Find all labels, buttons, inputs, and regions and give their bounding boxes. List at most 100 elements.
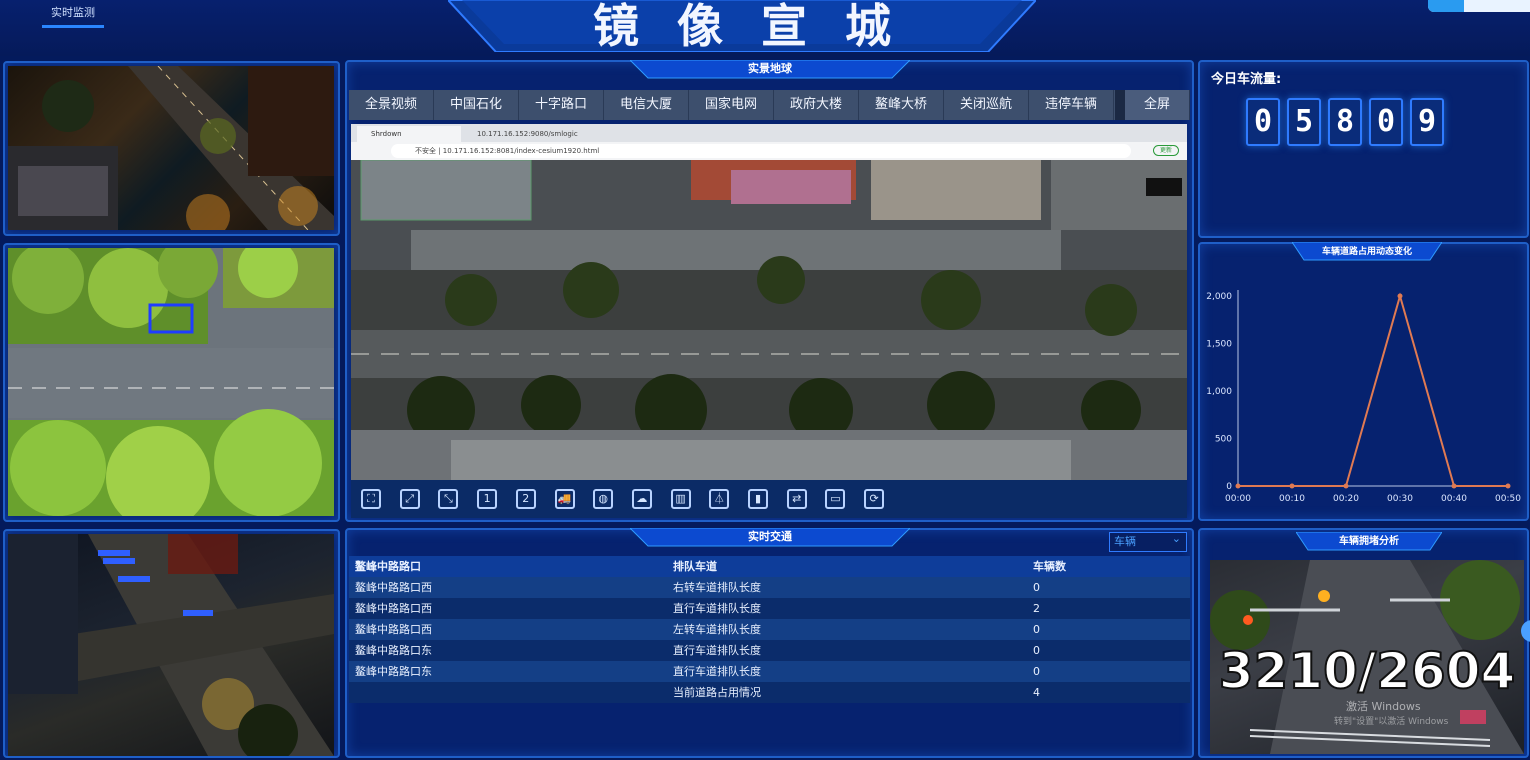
table-row: 当前道路占用情况 4 xyxy=(349,682,1190,703)
expand-icon[interactable]: ⤢ xyxy=(399,489,420,509)
table-header-cell: 车辆数 xyxy=(1033,560,1066,573)
table-cell: 0 xyxy=(1033,665,1040,678)
table-cell: 直行车道排队长度 xyxy=(673,644,761,657)
update-badge[interactable]: 更新 xyxy=(1153,145,1179,156)
table-cell: 当前道路占用情况 xyxy=(673,686,761,699)
aerial-city-scene xyxy=(351,160,1187,480)
map-toolbar: ⛶ ⤢ ⤡ 1 2 🚚 ◍ ☁ ▥ ⏃ ▮ ⇄ ▭ ⟳ xyxy=(351,480,1187,518)
location-tab-bar: 全屏 全景视频 中国石化 十字路口 电信大厦 国家电网 政府大楼 鳌峰大桥 关闭巡航 违停车辆 xyxy=(349,90,1190,120)
location-tab[interactable]: 违停车辆 xyxy=(1029,90,1114,120)
data-point xyxy=(1343,483,1349,489)
table-cell: 0 xyxy=(1033,644,1040,657)
location-tab[interactable]: 中国石化 xyxy=(434,90,519,120)
location-tab[interactable]: 政府大楼 xyxy=(774,90,859,120)
table-cell: 2 xyxy=(1033,602,1040,615)
table-cell: 0 xyxy=(1033,581,1040,594)
table-row: 鳌峰中路路口东 直行车道排队长度 0 xyxy=(349,640,1190,661)
x-tick-label: 00:20 xyxy=(1333,494,1359,504)
table-cell: 直行车道排队长度 xyxy=(673,602,761,615)
refresh-icon[interactable]: ⟳ xyxy=(864,489,885,509)
table-header-cell: 排队车道 xyxy=(673,560,717,573)
data-point xyxy=(1397,293,1403,299)
x-tick-label: 00:10 xyxy=(1279,494,1305,504)
table-header: 鳌峰中路路口 排队车道 车辆数 xyxy=(349,556,1190,577)
browser-tab-2[interactable]: 10.171.16.152:9080/smlogic xyxy=(463,126,579,142)
occupancy-series-line xyxy=(1238,292,1508,487)
video-feed-night-street[interactable] xyxy=(8,66,334,230)
cloud-icon[interactable]: ☁ xyxy=(631,489,652,509)
location-tab[interactable]: 十字路口 xyxy=(519,90,604,120)
embedded-browser-chrome: Shrdown 10.171.16.152:9080/smlogic 不安全 |… xyxy=(351,124,1187,160)
data-point xyxy=(1505,483,1511,489)
globe-icon[interactable]: ◍ xyxy=(593,489,614,509)
vehicle-icon[interactable]: 🚚 xyxy=(554,489,575,509)
vehicle-count-overlay: 3210/2604 xyxy=(1218,641,1517,701)
view-2-icon[interactable]: 2 xyxy=(515,489,536,509)
traffic-flow-digit: 8 xyxy=(1328,98,1362,146)
car-icon[interactable]: ⇄ xyxy=(786,489,807,509)
video-feed-aerial-intersection[interactable] xyxy=(8,248,334,516)
map-panel-title: 实景地球 xyxy=(630,60,910,80)
traffic-flow-digit: 0 xyxy=(1369,98,1403,146)
data-point xyxy=(1289,483,1295,489)
location-tab[interactable]: 国家电网 xyxy=(689,90,774,120)
table-cell: 4 xyxy=(1033,686,1040,699)
flask-icon[interactable]: ⏃ xyxy=(709,489,730,509)
traffic-flow-digit: 9 xyxy=(1410,98,1444,146)
traffic-queue-table: 鳌峰中路路口 排队车道 车辆数 鳌峰中路路口西 右转车道排队长度 0 鳌峰中路路口西 直行车道… xyxy=(349,556,1190,704)
traffic-flow-label: 今日车流量: xyxy=(1211,72,1282,87)
traffic-flow-digit: 5 xyxy=(1287,98,1321,146)
table-row: 鳌峰中路路口西 直行车道排队长度 2 xyxy=(349,598,1190,619)
location-tab[interactable]: 关闭巡航 xyxy=(944,90,1029,120)
table-cell: 鳌峰中路路口西 xyxy=(355,623,432,636)
corner-toggle-button[interactable] xyxy=(1428,0,1530,12)
video-feed-night-crossing[interactable] xyxy=(8,534,334,756)
browser-tab-1[interactable]: Shrdown xyxy=(357,126,461,142)
collapse-icon[interactable]: ⤡ xyxy=(438,489,459,509)
aerial-intersection-scene xyxy=(8,248,334,516)
location-tab[interactable]: 全景视频 xyxy=(349,90,434,120)
tab-realtime-monitor[interactable]: 实时监测 xyxy=(42,4,104,28)
windows-watermark-subtext: 转到"设置"以激活 Windows xyxy=(1334,717,1449,727)
y-tick-label: 500 xyxy=(1215,435,1232,445)
location-tab[interactable]: 电信大厦 xyxy=(604,90,689,120)
table-cell: 0 xyxy=(1033,623,1040,636)
table-cell: 直行车道排队长度 xyxy=(673,665,761,678)
table-header-cell: 鳌峰中路路口 xyxy=(355,560,421,573)
window-icon[interactable]: ▭ xyxy=(825,489,846,509)
traffic-table-title: 实时交通 xyxy=(630,528,910,548)
fullscreen-icon[interactable]: ⛶ xyxy=(361,489,381,509)
vehicle-type-select[interactable]: 车辆 xyxy=(1109,530,1187,552)
y-tick-label: 2,000 xyxy=(1206,292,1232,302)
night-street-scene xyxy=(8,66,334,230)
data-point xyxy=(1451,483,1457,489)
fullscreen-button[interactable]: 全屏 xyxy=(1115,90,1190,120)
congestion-panel-title: 车辆拥堵分析 xyxy=(1296,532,1442,552)
table-cell: 左转车道排队长度 xyxy=(673,623,761,636)
address-bar[interactable]: 不安全 | 10.171.16.152:8081/index-cesium192… xyxy=(391,144,1131,158)
table-cell: 右转车道排队长度 xyxy=(673,581,761,594)
table-cell: 鳌峰中路路口西 xyxy=(355,581,432,594)
location-tab[interactable]: 鳌峰大桥 xyxy=(859,90,944,120)
page-title: 镜像宣城 xyxy=(593,0,929,53)
traffic-flow-digit: 0 xyxy=(1246,98,1280,146)
occupancy-chart-title: 车辆道路占用动态变化 xyxy=(1292,242,1442,262)
video-feed-congestion[interactable]: 3210/2604 激活 Windows 转到"设置"以激活 Windows xyxy=(1210,560,1524,754)
x-tick-label: 00:30 xyxy=(1387,494,1413,504)
night-crossing-scene xyxy=(8,534,334,756)
bar-chart-icon[interactable]: ▮ xyxy=(748,489,768,509)
y-tick-label: 1,000 xyxy=(1206,387,1232,397)
x-tick-label: 00:40 xyxy=(1441,494,1467,504)
map-viewport[interactable]: Shrdown 10.171.16.152:9080/smlogic 不安全 |… xyxy=(351,124,1187,480)
table-cell: 鳌峰中路路口东 xyxy=(355,665,432,678)
occupancy-line-chart: 2,000 1,500 1,000 500 0 00:00 00:10 00:20 00:30 0… xyxy=(1206,290,1521,504)
windows-watermark: 激活 Windows xyxy=(1346,700,1421,713)
data-point xyxy=(1235,483,1241,489)
table-row: 鳌峰中路路口东 直行车道排队长度 0 xyxy=(349,661,1190,682)
y-tick-label: 0 xyxy=(1226,482,1232,492)
view-1-icon[interactable]: 1 xyxy=(477,489,498,509)
x-tick-label: 00:50 xyxy=(1495,494,1521,504)
building-icon[interactable]: ▥ xyxy=(670,489,691,509)
x-tick-label: 00:00 xyxy=(1225,494,1251,504)
table-cell: 鳌峰中路路口西 xyxy=(355,602,432,615)
